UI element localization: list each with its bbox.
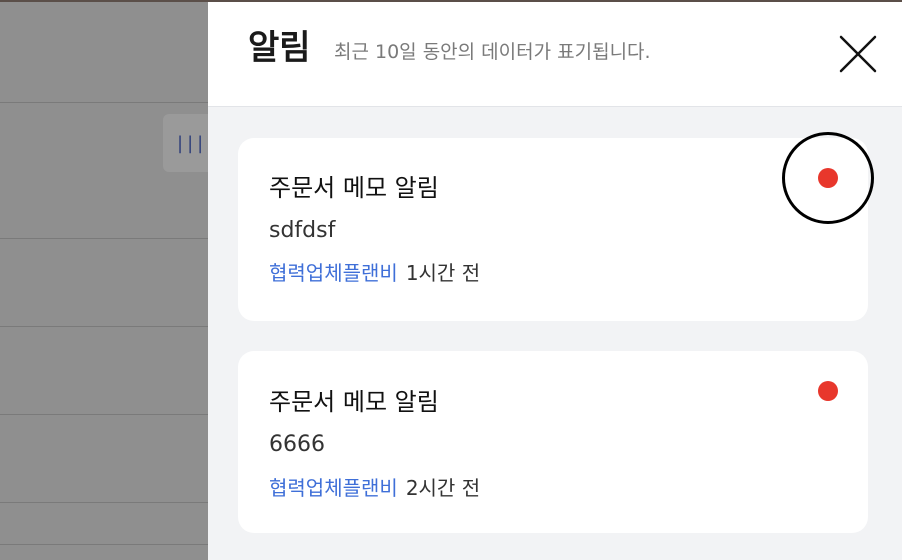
notification-company: 협력업체플랜비: [269, 476, 398, 500]
notification-drawer: 알림 최근 10일 동안의 데이터가 표기됩니다. 주문서 메모 알림 sdfd…: [208, 2, 902, 560]
notification-title: 주문서 메모 알림: [269, 388, 439, 416]
bg-divider: [0, 544, 208, 545]
close-icon: [839, 35, 877, 73]
notification-company: 협력업체플랜비: [269, 261, 398, 285]
bg-divider: [0, 414, 208, 415]
notification-body: sdfdsf: [269, 218, 336, 243]
bg-divider: [0, 502, 208, 503]
bg-divider: [0, 326, 208, 327]
close-button[interactable]: [836, 32, 880, 76]
background-button-label: |||: [177, 133, 208, 154]
notification-card[interactable]: 주문서 메모 알림 6666 협력업체플랜비 2시간 전: [238, 351, 868, 533]
notification-meta: 협력업체플랜비 2시간 전: [269, 474, 480, 502]
notification-meta: 협력업체플랜비 1시간 전: [269, 259, 480, 287]
notification-time: 1시간 전: [405, 261, 481, 285]
drawer-subtitle: 최근 10일 동안의 데이터가 표기됩니다.: [334, 41, 651, 63]
focus-ring: [782, 132, 874, 224]
notification-title: 주문서 메모 알림: [269, 174, 439, 202]
notification-card[interactable]: 주문서 메모 알림 sdfdsf 협력업체플랜비 1시간 전: [238, 132, 874, 321]
background-page: [0, 0, 208, 560]
bg-divider: [0, 238, 208, 239]
notification-body: 6666: [269, 432, 325, 457]
drawer-header: 알림 최근 10일 동안의 데이터가 표기됩니다.: [208, 2, 902, 107]
bg-divider: [0, 102, 208, 103]
unread-dot[interactable]: [818, 381, 838, 401]
top-strip: [0, 0, 902, 2]
drawer-title: 알림: [248, 28, 311, 68]
notification-time: 2시간 전: [405, 476, 481, 500]
